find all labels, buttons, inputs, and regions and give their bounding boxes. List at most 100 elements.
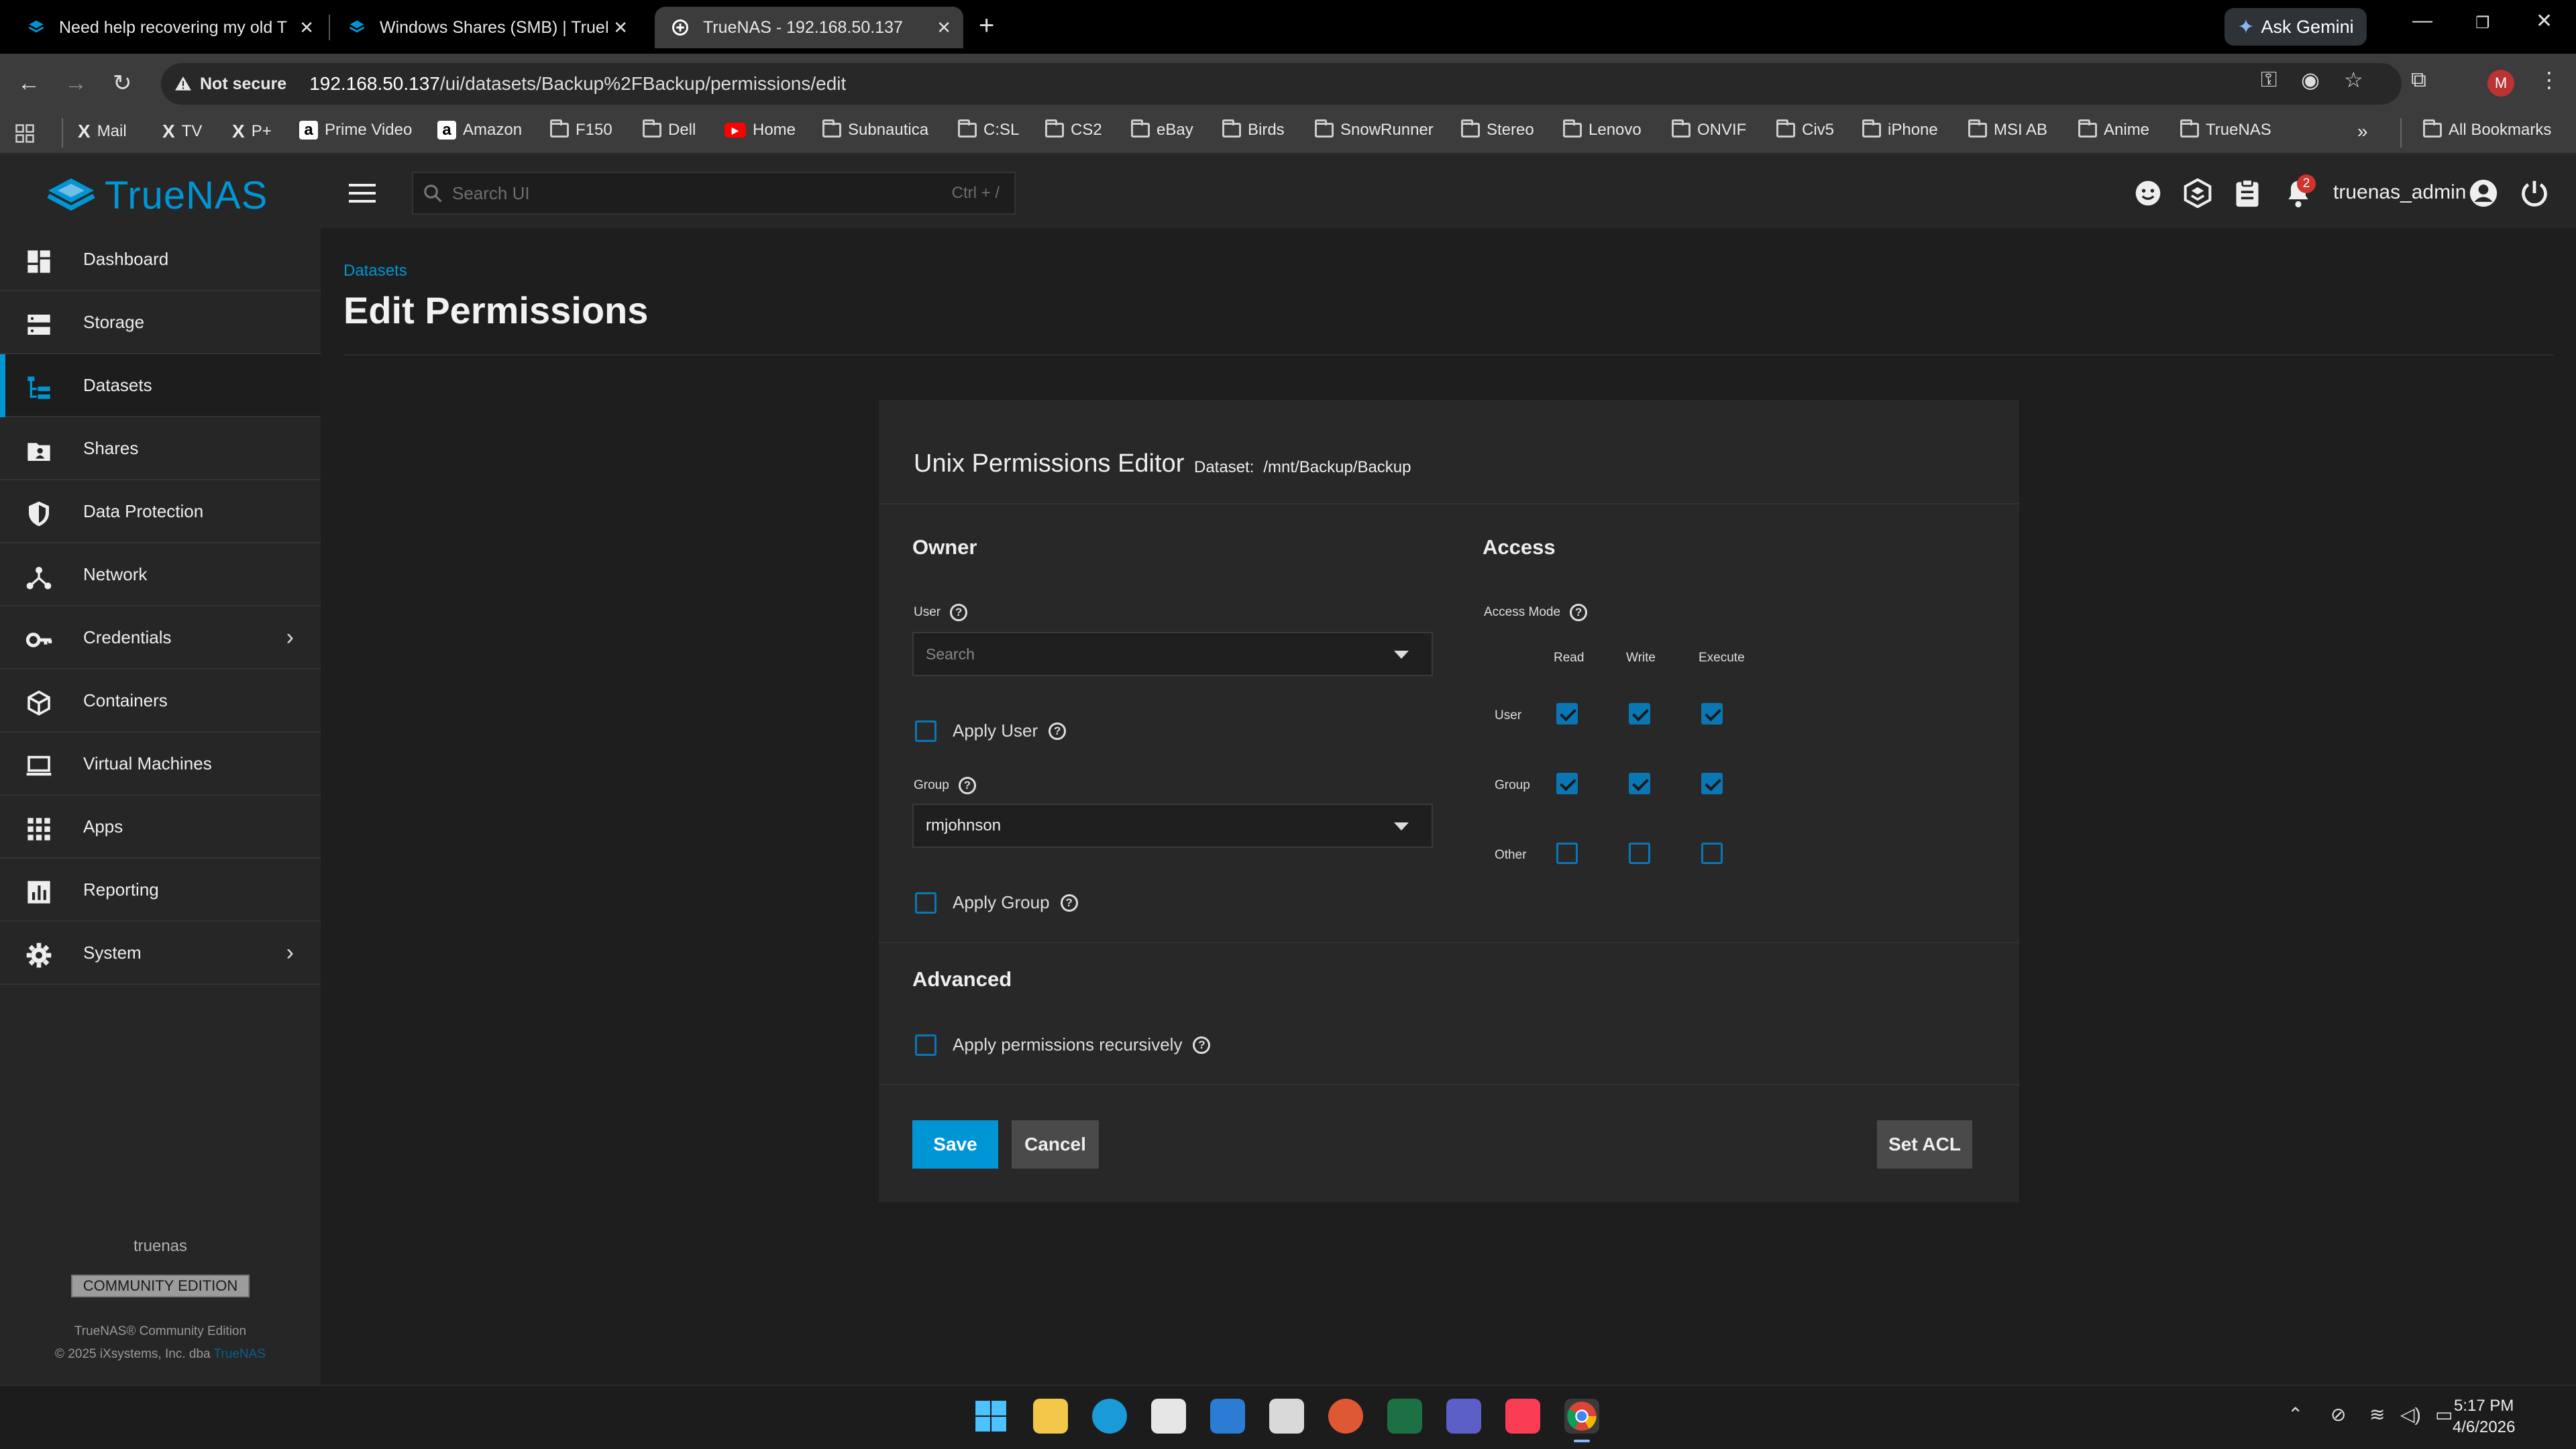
truenas-link[interactable]: TrueNAS [214, 1347, 266, 1361]
cancel-button[interactable]: Cancel [1012, 1120, 1099, 1169]
close-tab-icon[interactable]: ✕ [299, 19, 314, 36]
sidebar-item-datasets[interactable]: Datasets [0, 354, 321, 417]
outlook-icon[interactable] [1210, 1399, 1245, 1434]
sidebar-item-system[interactable]: System › [0, 922, 321, 985]
help-icon[interactable]: ? [958, 777, 976, 794]
other-read-checkbox[interactable] [1556, 843, 1578, 864]
bookmark-folder[interactable]: Lenovo [1563, 119, 1642, 140]
sidebar-item-apps[interactable]: Apps [0, 796, 321, 859]
help-icon[interactable]: ? [1049, 722, 1067, 740]
wifi-icon[interactable]: ≋ [2369, 1403, 2385, 1426]
bookmark-folder[interactable]: Subnautica [822, 119, 928, 140]
power-icon[interactable] [2520, 178, 2549, 208]
bookmark-folder[interactable]: Birds [1222, 119, 1285, 140]
apps-grid-icon[interactable] [15, 123, 35, 144]
bookmark-folder[interactable]: MSI AB [1968, 119, 2047, 140]
bookmark-folder[interactable]: Anime [2078, 119, 2149, 140]
taskbar-clock[interactable]: 5:17 PM 4/6/2026 [2453, 1395, 2515, 1438]
bookmark-home[interactable]: ▶ Home [724, 121, 796, 140]
user-write-checkbox[interactable] [1629, 703, 1650, 724]
bookmark-mail[interactable]: X Mail [78, 121, 127, 142]
bookmark-p-plus[interactable]: X P+ [232, 121, 272, 142]
bookmark-amazon[interactable]: a Amazon [437, 121, 522, 140]
site-security-indicator[interactable]: Not secure [174, 74, 286, 94]
bookmark-folder[interactable]: Civ5 [1776, 119, 1834, 140]
excel-icon[interactable] [1387, 1399, 1422, 1434]
bookmark-prime-video[interactable]: a Prime Video [299, 121, 412, 140]
sidebar-item-network[interactable]: Network [0, 543, 321, 606]
side-panel-icon[interactable]: ⧉ [2411, 67, 2426, 93]
group-select[interactable]: rmjohnson [912, 804, 1433, 848]
bookmark-star-icon[interactable]: ☆ [2344, 67, 2363, 93]
group-execute-checkbox[interactable] [1701, 773, 1723, 794]
music-icon[interactable] [1505, 1399, 1540, 1434]
notepad-icon[interactable] [1269, 1399, 1304, 1434]
account-circle-icon[interactable] [2469, 178, 2498, 208]
truenas-logo[interactable]: TrueNAS [47, 173, 268, 218]
sidebar-item-virtual-machines[interactable]: Virtual Machines [0, 733, 321, 796]
help-icon[interactable]: ? [1570, 604, 1588, 621]
help-icon[interactable]: ? [1060, 894, 1078, 912]
group-read-checkbox[interactable] [1556, 773, 1578, 794]
no-cloud-icon[interactable]: ⊘ [2330, 1403, 2346, 1426]
bookmark-folder[interactable]: eBay [1131, 119, 1193, 140]
other-write-checkbox[interactable] [1629, 843, 1650, 864]
browser-tab[interactable]: Windows Shares (SMB) | TrueN ✕ [331, 7, 640, 48]
forward-arrow-icon[interactable]: → [64, 70, 87, 97]
profile-avatar[interactable]: M [2487, 70, 2514, 97]
bookmark-folder[interactable]: TrueNAS [2180, 119, 2271, 140]
sidebar-item-shares[interactable]: Shares [0, 417, 321, 480]
other-execute-checkbox[interactable] [1701, 843, 1723, 864]
minimize-window-icon[interactable]: — [2412, 9, 2432, 32]
more-menu-icon[interactable]: ⋮ [2538, 67, 2560, 93]
close-window-icon[interactable]: ✕ [2536, 9, 2553, 33]
app-icon[interactable] [1446, 1399, 1481, 1434]
user-select[interactable]: Search [912, 632, 1433, 676]
sidebar-item-data-protection[interactable]: Data Protection [0, 480, 321, 543]
more-bookmarks-chevron-icon[interactable]: » [2357, 121, 2368, 142]
sidebar-item-containers[interactable]: Containers [0, 669, 321, 733]
browser-tab[interactable]: Need help recovering my old Tr ✕ [11, 7, 326, 48]
user-execute-checkbox[interactable] [1701, 703, 1723, 724]
bookmark-folder[interactable]: Stereo [1461, 119, 1534, 140]
bookmark-folder[interactable]: F150 [550, 119, 612, 140]
truecommand-icon[interactable] [2183, 178, 2212, 208]
password-key-icon[interactable]: ⚿ [2261, 67, 2277, 93]
help-icon[interactable]: ? [1193, 1036, 1211, 1054]
address-bar[interactable]: Not secure 192.168.50.137/ui/datasets/Ba… [161, 63, 2402, 105]
ask-gemini-button[interactable]: ✦ Ask Gemini [2224, 8, 2367, 46]
close-tab-icon[interactable]: ✕ [936, 19, 951, 36]
bookmark-folder[interactable]: Dell [643, 119, 696, 140]
username-label[interactable]: truenas_admin [2333, 181, 2466, 204]
set-acl-button[interactable]: Set ACL [1877, 1120, 1972, 1169]
apply-group-checkbox[interactable] [915, 892, 936, 914]
eye-icon[interactable]: ◉ [2301, 67, 2320, 93]
all-bookmarks[interactable]: All Bookmarks [2423, 119, 2551, 140]
apply-user-checkbox[interactable] [915, 720, 936, 742]
close-tab-icon[interactable]: ✕ [613, 19, 628, 36]
help-icon[interactable]: ? [950, 604, 968, 621]
apply-recursively-label[interactable]: Apply permissions recursively [953, 1034, 1182, 1055]
new-tab-button[interactable]: + [979, 11, 994, 40]
show-hidden-icons-chevron-icon[interactable]: ⌃ [2288, 1403, 2303, 1426]
store-icon[interactable] [1151, 1399, 1186, 1434]
file-explorer-icon[interactable] [1033, 1399, 1068, 1434]
apply-recursively-checkbox[interactable] [915, 1034, 936, 1056]
browser-tab-active[interactable]: TrueNAS - 192.168.50.137 ✕ [655, 7, 963, 48]
menu-toggle-icon[interactable] [349, 182, 376, 204]
duckduckgo-icon[interactable] [1328, 1399, 1363, 1434]
search-ui-input[interactable]: Search UI Ctrl + / [412, 172, 1016, 215]
bookmark-folder[interactable]: ONVIF [1672, 119, 1746, 140]
restore-window-icon[interactable]: ❐ [2475, 13, 2490, 33]
feedback-smiley-icon[interactable] [2133, 178, 2163, 208]
url-text[interactable]: 192.168.50.137/ui/datasets/Backup%2FBack… [309, 73, 846, 95]
breadcrumb-datasets-link[interactable]: Datasets [343, 262, 407, 280]
bookmark-folder[interactable]: C:SL [958, 119, 1019, 140]
reload-icon[interactable]: ↻ [113, 70, 132, 97]
sidebar-item-dashboard[interactable]: Dashboard [0, 228, 321, 291]
apply-group-label[interactable]: Apply Group [953, 892, 1050, 913]
bookmark-folder[interactable]: CS2 [1045, 119, 1102, 140]
battery-icon[interactable]: ▭ [2435, 1403, 2453, 1426]
windows-start-icon[interactable] [974, 1399, 1008, 1433]
bookmark-tv[interactable]: X TV [162, 121, 202, 142]
